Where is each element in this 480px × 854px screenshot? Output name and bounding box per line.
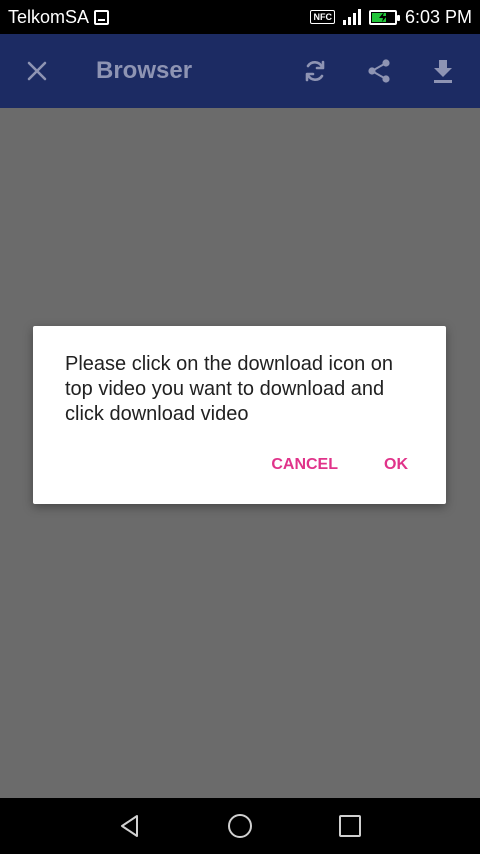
share-button[interactable] [362, 54, 396, 88]
nfc-icon: NFC [310, 10, 335, 24]
gallery-notification-icon [94, 9, 110, 25]
battery-charging-icon [368, 9, 400, 25]
app-toolbar: Browser [0, 34, 480, 108]
back-icon [121, 815, 138, 837]
instruction-dialog: Please click on the download icon on top… [33, 326, 446, 504]
page-title: Browser [96, 57, 193, 84]
clock: 6:03 PM [404, 6, 472, 27]
status-left: TelkomSA [8, 6, 110, 28]
dialog-actions: CANCEL OK [259, 452, 420, 478]
signal-icon [342, 9, 361, 25]
recents-button[interactable] [333, 809, 367, 843]
refresh-button[interactable] [298, 54, 332, 88]
toolbar-actions [298, 54, 460, 88]
back-button[interactable] [113, 809, 147, 843]
screen: TelkomSA NFC 6:03 PM Browser Please clic… [0, 0, 480, 854]
download-button[interactable] [426, 54, 460, 88]
dialog-message: Please click on the download icon on top… [65, 353, 393, 425]
cancel-button[interactable]: CANCEL [259, 452, 350, 478]
home-icon [228, 814, 252, 838]
recents-icon [339, 815, 361, 837]
refresh-icon [305, 60, 325, 82]
system-nav-bar [0, 798, 480, 854]
close-button[interactable] [20, 54, 54, 88]
share-icon [368, 59, 390, 83]
status-bar: TelkomSA NFC 6:03 PM [0, 0, 480, 34]
ok-button[interactable]: OK [372, 452, 420, 478]
status-right: NFC 6:03 PM [310, 7, 472, 28]
download-icon [434, 60, 452, 83]
close-icon [27, 61, 47, 81]
carrier-name: TelkomSA [8, 6, 90, 27]
home-button[interactable] [223, 809, 257, 843]
